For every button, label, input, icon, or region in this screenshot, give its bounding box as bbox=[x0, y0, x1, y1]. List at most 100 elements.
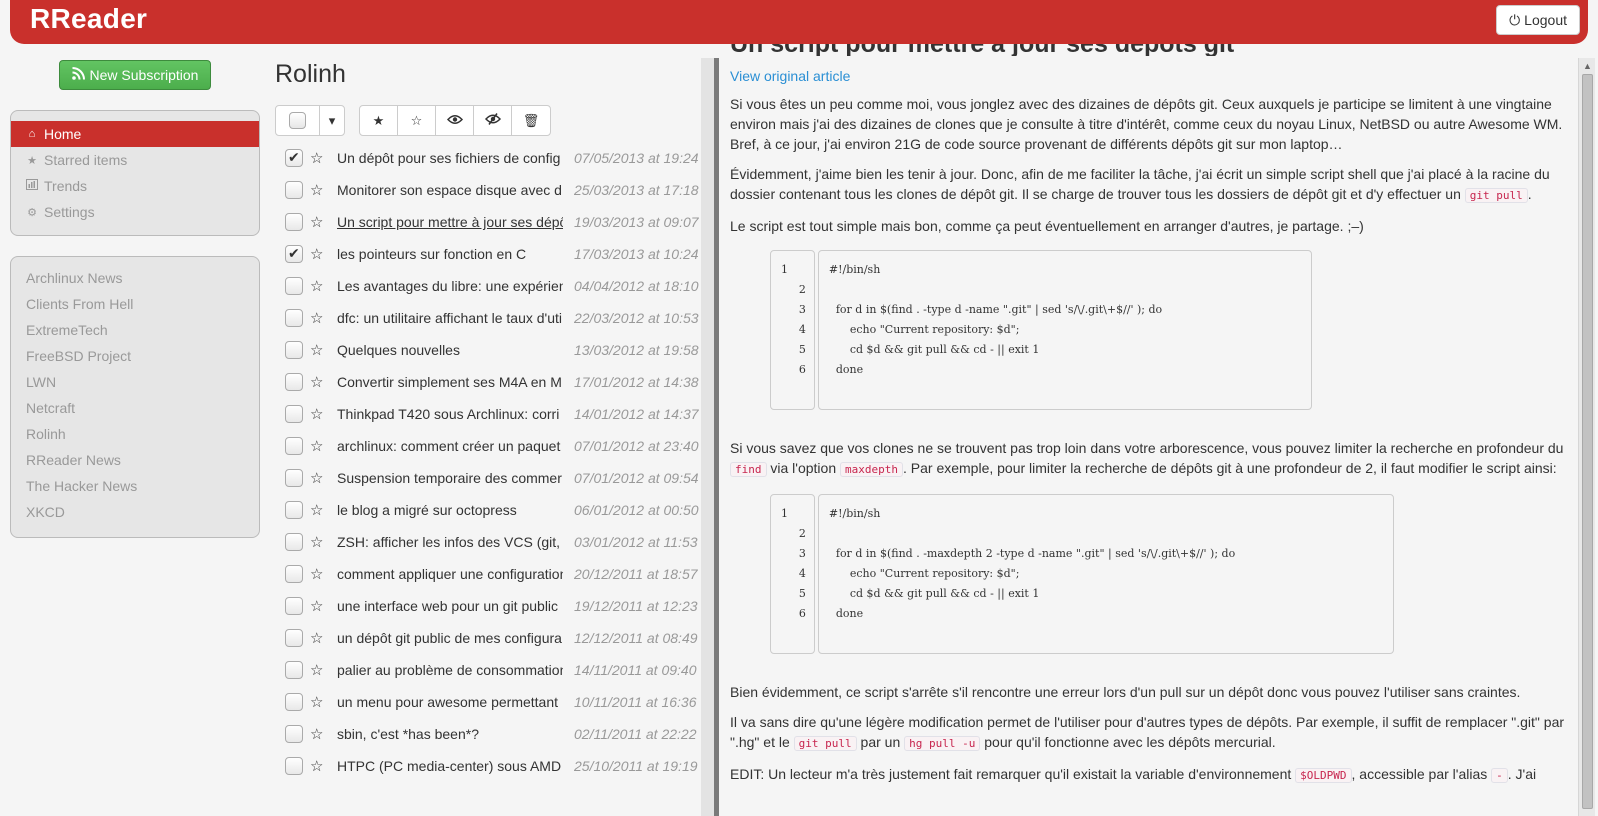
article-checkbox[interactable] bbox=[285, 149, 303, 167]
article-row[interactable]: ☆ le blog a migré sur octopress 06/01/2012… bbox=[285, 494, 701, 526]
article-checkbox[interactable] bbox=[285, 277, 303, 295]
article-checkbox[interactable] bbox=[285, 501, 303, 519]
article-checkbox[interactable] bbox=[285, 597, 303, 615]
article-checkbox[interactable] bbox=[285, 309, 303, 327]
article-checkbox[interactable] bbox=[285, 437, 303, 455]
star-toggle-icon[interactable]: ☆ bbox=[310, 277, 326, 295]
article-title-link[interactable]: Un script pour mettre à jour ses dépô bbox=[337, 214, 563, 230]
star-toggle-icon[interactable]: ☆ bbox=[310, 501, 326, 519]
article-title-link[interactable]: dfc: un utilitaire affichant le taux d'u… bbox=[337, 310, 563, 326]
view-original-link[interactable]: View original article bbox=[730, 68, 1566, 84]
logout-button[interactable]: ⏻ Logout bbox=[1496, 5, 1580, 35]
star-toggle-icon[interactable]: ☆ bbox=[310, 245, 326, 263]
article-row[interactable]: ☆ un menu pour awesome permettant 10/11/20… bbox=[285, 686, 701, 718]
article-title-link[interactable]: Quelques nouvelles bbox=[337, 342, 563, 358]
article-row[interactable]: ☆ Convertir simplement ses M4A en MI 17/01… bbox=[285, 366, 701, 398]
star-toggle-icon[interactable]: ☆ bbox=[310, 533, 326, 551]
star-toggle-icon[interactable]: ☆ bbox=[310, 149, 326, 167]
feed-item[interactable]: Clients From Hell bbox=[11, 291, 259, 317]
nav-item-settings[interactable]: ⚙ Settings bbox=[11, 199, 259, 225]
feed-item[interactable]: Archlinux News bbox=[11, 265, 259, 291]
article-row[interactable]: ☆ Thinkpad T420 sous Archlinux: corri 14/0… bbox=[285, 398, 701, 430]
article-title-link[interactable]: archlinux: comment créer un paquet bbox=[337, 438, 563, 454]
mark-read-button[interactable] bbox=[436, 106, 474, 135]
mark-unread-button[interactable] bbox=[474, 106, 512, 135]
star-toggle-icon[interactable]: ☆ bbox=[310, 213, 326, 231]
article-title-link[interactable]: le blog a migré sur octopress bbox=[337, 502, 563, 518]
star-toggle-icon[interactable]: ☆ bbox=[310, 661, 326, 679]
nav-item-trends[interactable]: Trends bbox=[11, 173, 259, 199]
article-checkbox[interactable] bbox=[285, 213, 303, 231]
nav-item-starred[interactable]: ★ Starred items bbox=[11, 147, 259, 173]
feed-item[interactable]: Rolinh bbox=[11, 421, 259, 447]
reader-scrollbar[interactable]: ▲ bbox=[1578, 58, 1595, 816]
feed-item[interactable]: Netcraft bbox=[11, 395, 259, 421]
article-row[interactable]: ☆ Un dépôt pour ses fichiers de config 07/… bbox=[285, 142, 701, 174]
article-title-link[interactable]: Un dépôt pour ses fichiers de config bbox=[337, 150, 563, 166]
article-title-link[interactable]: comment appliquer une configuration bbox=[337, 566, 563, 582]
article-title-link[interactable]: Les avantages du libre: une expérien bbox=[337, 278, 563, 294]
article-row[interactable]: ☆ Un script pour mettre à jour ses dépô 19… bbox=[285, 206, 701, 238]
article-row[interactable]: ☆ une interface web pour un git public 19/… bbox=[285, 590, 701, 622]
star-toggle-icon[interactable]: ☆ bbox=[310, 693, 326, 711]
star-toggle-icon[interactable]: ☆ bbox=[310, 309, 326, 327]
article-title-link[interactable]: une interface web pour un git public bbox=[337, 598, 563, 614]
article-checkbox[interactable] bbox=[285, 341, 303, 359]
feed-item[interactable]: RReader News bbox=[11, 447, 259, 473]
article-title-link[interactable]: HTPC (PC media-center) sous AMD bbox=[337, 758, 563, 774]
article-title-link[interactable]: les pointeurs sur fonction en C bbox=[337, 246, 563, 262]
star-toggle-icon[interactable]: ☆ bbox=[310, 469, 326, 487]
article-checkbox[interactable] bbox=[285, 181, 303, 199]
article-title-link[interactable]: un menu pour awesome permettant bbox=[337, 694, 563, 710]
article-title-link[interactable]: Thinkpad T420 sous Archlinux: corri bbox=[337, 406, 563, 422]
article-checkbox[interactable] bbox=[285, 565, 303, 583]
star-toggle-icon[interactable]: ☆ bbox=[310, 437, 326, 455]
article-row[interactable]: ☆ Monitorer son espace disque avec d 25/03… bbox=[285, 174, 701, 206]
article-title-link[interactable]: ZSH: afficher les infos des VCS (git, bbox=[337, 534, 563, 550]
article-row[interactable]: ☆ Les avantages du libre: une expérien 04/… bbox=[285, 270, 701, 302]
article-checkbox[interactable] bbox=[285, 405, 303, 423]
feed-item[interactable]: The Hacker News bbox=[11, 473, 259, 499]
star-toggle-icon[interactable]: ☆ bbox=[310, 629, 326, 647]
star-toggle-icon[interactable]: ☆ bbox=[310, 373, 326, 391]
select-all-checkbox[interactable] bbox=[276, 106, 320, 135]
star-button[interactable]: ★ bbox=[360, 106, 398, 135]
article-row[interactable]: ☆ sbin, c'est *has been*? 02/11/2011 at 22… bbox=[285, 718, 701, 750]
article-checkbox[interactable] bbox=[285, 725, 303, 743]
nav-item-home[interactable]: ⌂ Home bbox=[11, 121, 259, 147]
article-checkbox[interactable] bbox=[285, 469, 303, 487]
article-title-link[interactable]: Monitorer son espace disque avec d bbox=[337, 182, 563, 198]
article-checkbox[interactable] bbox=[285, 693, 303, 711]
article-row[interactable]: ☆ comment appliquer une configuration 20/1… bbox=[285, 558, 701, 590]
star-toggle-icon[interactable]: ☆ bbox=[310, 565, 326, 583]
article-row[interactable]: ☆ un dépôt git public de mes configura 12/… bbox=[285, 622, 701, 654]
scroll-up-icon[interactable]: ▲ bbox=[1582, 61, 1593, 71]
star-toggle-icon[interactable]: ☆ bbox=[310, 597, 326, 615]
article-checkbox[interactable] bbox=[285, 373, 303, 391]
article-title-link[interactable]: un dépôt git public de mes configura bbox=[337, 630, 563, 646]
star-toggle-icon[interactable]: ☆ bbox=[310, 757, 326, 775]
brand-logo[interactable]: RReader bbox=[30, 3, 147, 35]
star-toggle-icon[interactable]: ☆ bbox=[310, 725, 326, 743]
article-row[interactable]: ☆ dfc: un utilitaire affichant le taux d'… bbox=[285, 302, 701, 334]
feed-item[interactable]: LWN bbox=[11, 369, 259, 395]
article-row[interactable]: ☆ archlinux: comment créer un paquet 07/01… bbox=[285, 430, 701, 462]
article-title-link[interactable]: Suspension temporaire des commer bbox=[337, 470, 563, 486]
feed-item[interactable]: XKCD bbox=[11, 499, 259, 525]
article-title-link[interactable]: Convertir simplement ses M4A en MI bbox=[337, 374, 563, 390]
article-row[interactable]: ☆ les pointeurs sur fonction en C 17/03/20… bbox=[285, 238, 701, 270]
article-row[interactable]: ☆ ZSH: afficher les infos des VCS (git, 03… bbox=[285, 526, 701, 558]
article-title-link[interactable]: sbin, c'est *has been*? bbox=[337, 726, 563, 742]
feed-item[interactable]: ExtremeTech bbox=[11, 317, 259, 343]
delete-button[interactable]: 🗑 bbox=[512, 106, 550, 135]
article-checkbox[interactable] bbox=[285, 533, 303, 551]
article-row[interactable]: ☆ Suspension temporaire des commer 07/01/2… bbox=[285, 462, 701, 494]
article-title-link[interactable]: palier au problème de consommation bbox=[337, 662, 563, 678]
feed-item[interactable]: FreeBSD Project bbox=[11, 343, 259, 369]
new-subscription-button[interactable]: New Subscription bbox=[59, 60, 211, 90]
star-toggle-icon[interactable]: ☆ bbox=[310, 341, 326, 359]
article-row[interactable]: ☆ HTPC (PC media-center) sous AMD 25/10/20… bbox=[285, 750, 701, 782]
article-checkbox[interactable] bbox=[285, 629, 303, 647]
article-row[interactable]: ☆ palier au problème de consommation 14/11… bbox=[285, 654, 701, 686]
star-toggle-icon[interactable]: ☆ bbox=[310, 405, 326, 423]
